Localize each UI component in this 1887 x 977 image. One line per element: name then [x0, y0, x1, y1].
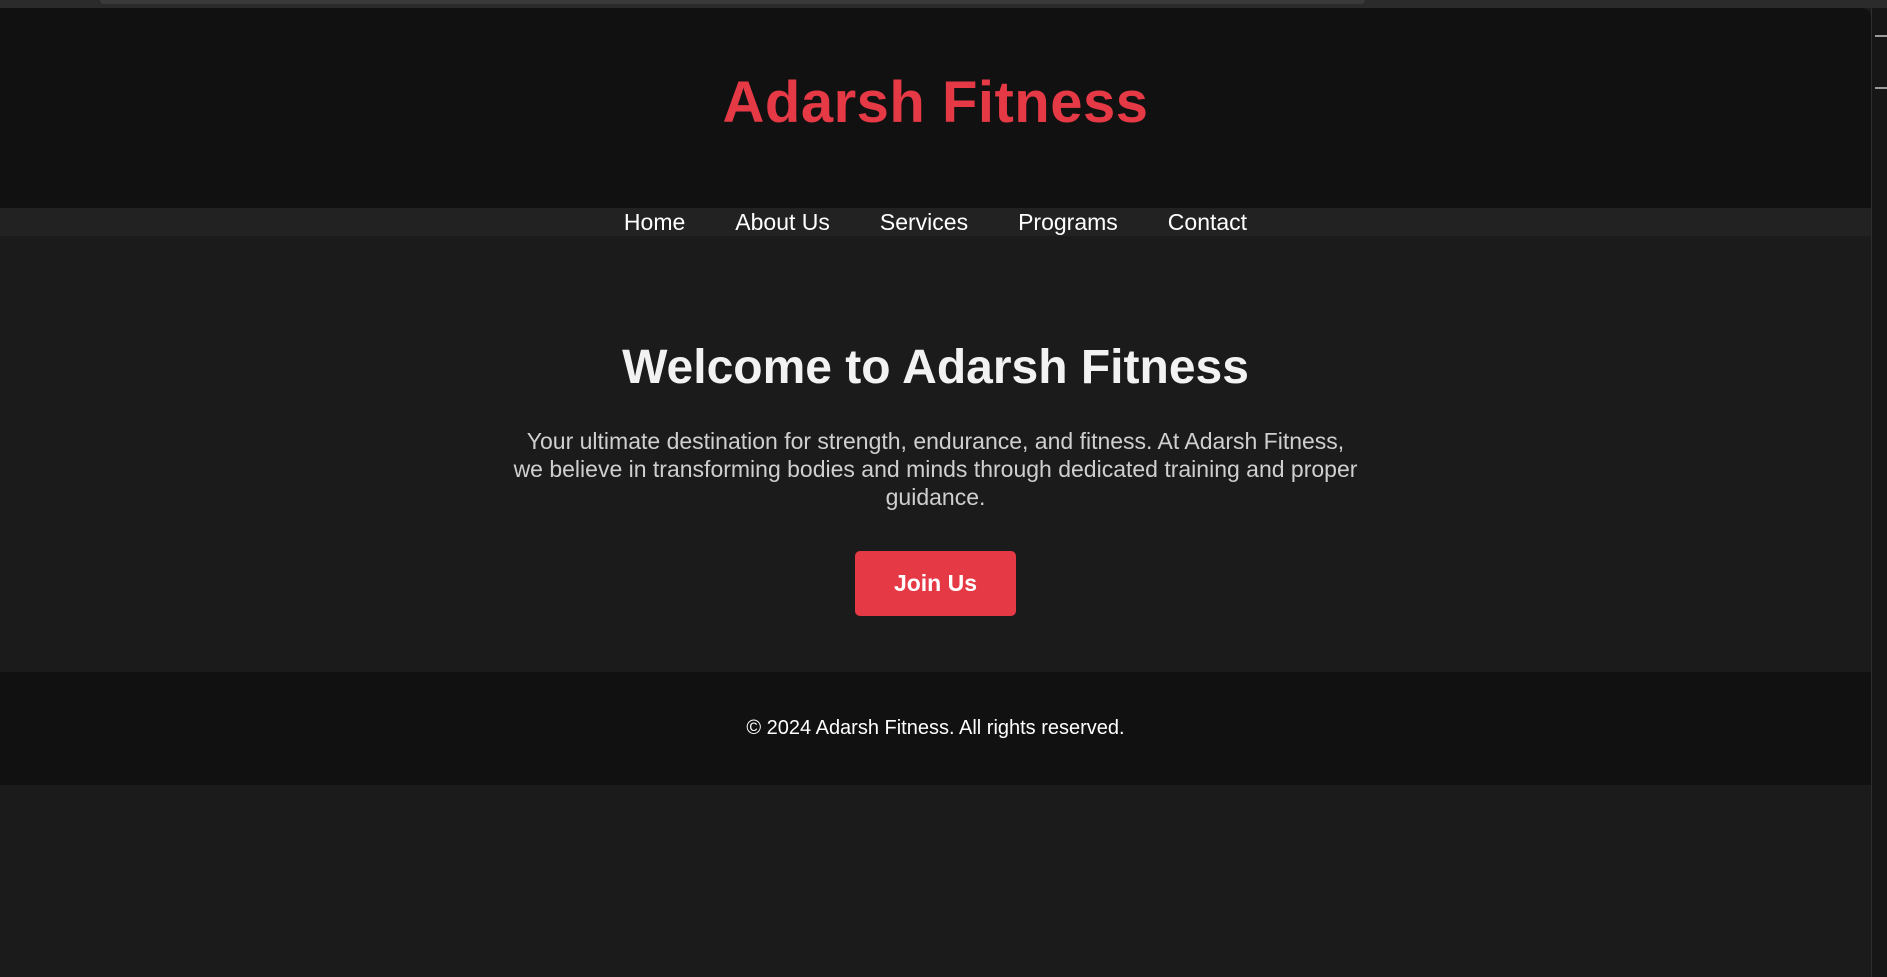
browser-top-strip — [0, 0, 1887, 8]
copyright-text: © 2024 Adarsh Fitness. All rights reserv… — [746, 717, 1125, 739]
nav-link-contact[interactable]: Contact — [1168, 209, 1247, 236]
nav-link-services[interactable]: Services — [880, 209, 968, 236]
browser-tab-edge — [100, 0, 1365, 4]
nav-link-programs[interactable]: Programs — [1018, 209, 1118, 236]
hero-section: Welcome to Adarsh Fitness Your ultimate … — [0, 236, 1871, 672]
join-us-button[interactable]: Join Us — [855, 551, 1016, 616]
right-edge-panel — [1871, 8, 1887, 977]
nav-link-home[interactable]: Home — [624, 209, 685, 236]
site-header: Adarsh Fitness — [0, 8, 1871, 208]
nav-link-about-us[interactable]: About Us — [735, 209, 830, 236]
page-viewport: Adarsh Fitness Home About Us Services Pr… — [0, 8, 1871, 977]
brand-title: Adarsh Fitness — [722, 69, 1149, 135]
hero-title: Welcome to Adarsh Fitness — [622, 341, 1249, 394]
site-footer: © 2024 Adarsh Fitness. All rights reserv… — [0, 672, 1871, 785]
main-nav: Home About Us Services Programs Contact — [0, 208, 1871, 236]
edge-marker — [1875, 35, 1887, 37]
edge-marker — [1875, 87, 1887, 89]
hero-description: Your ultimate destination for strength, … — [513, 428, 1358, 510]
